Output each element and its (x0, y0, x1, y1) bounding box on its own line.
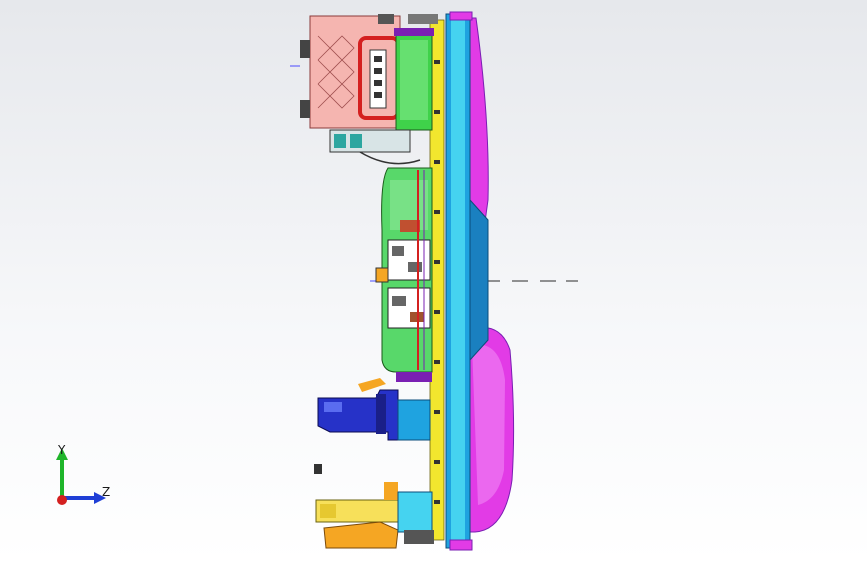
z-axis-label: Z (102, 485, 110, 499)
connector-cluster (329, 129, 421, 165)
lower-bracket (315, 482, 434, 549)
small-clip (314, 464, 322, 474)
navy-bracket (317, 372, 432, 441)
central-tank (375, 167, 433, 373)
y-axis-label: Y (57, 443, 66, 457)
green-upper-block (394, 28, 434, 131)
orientation-triad: Y Z (56, 443, 110, 505)
cad-model-viewport[interactable]: Y Z (0, 0, 867, 562)
triad-origin (57, 495, 67, 505)
